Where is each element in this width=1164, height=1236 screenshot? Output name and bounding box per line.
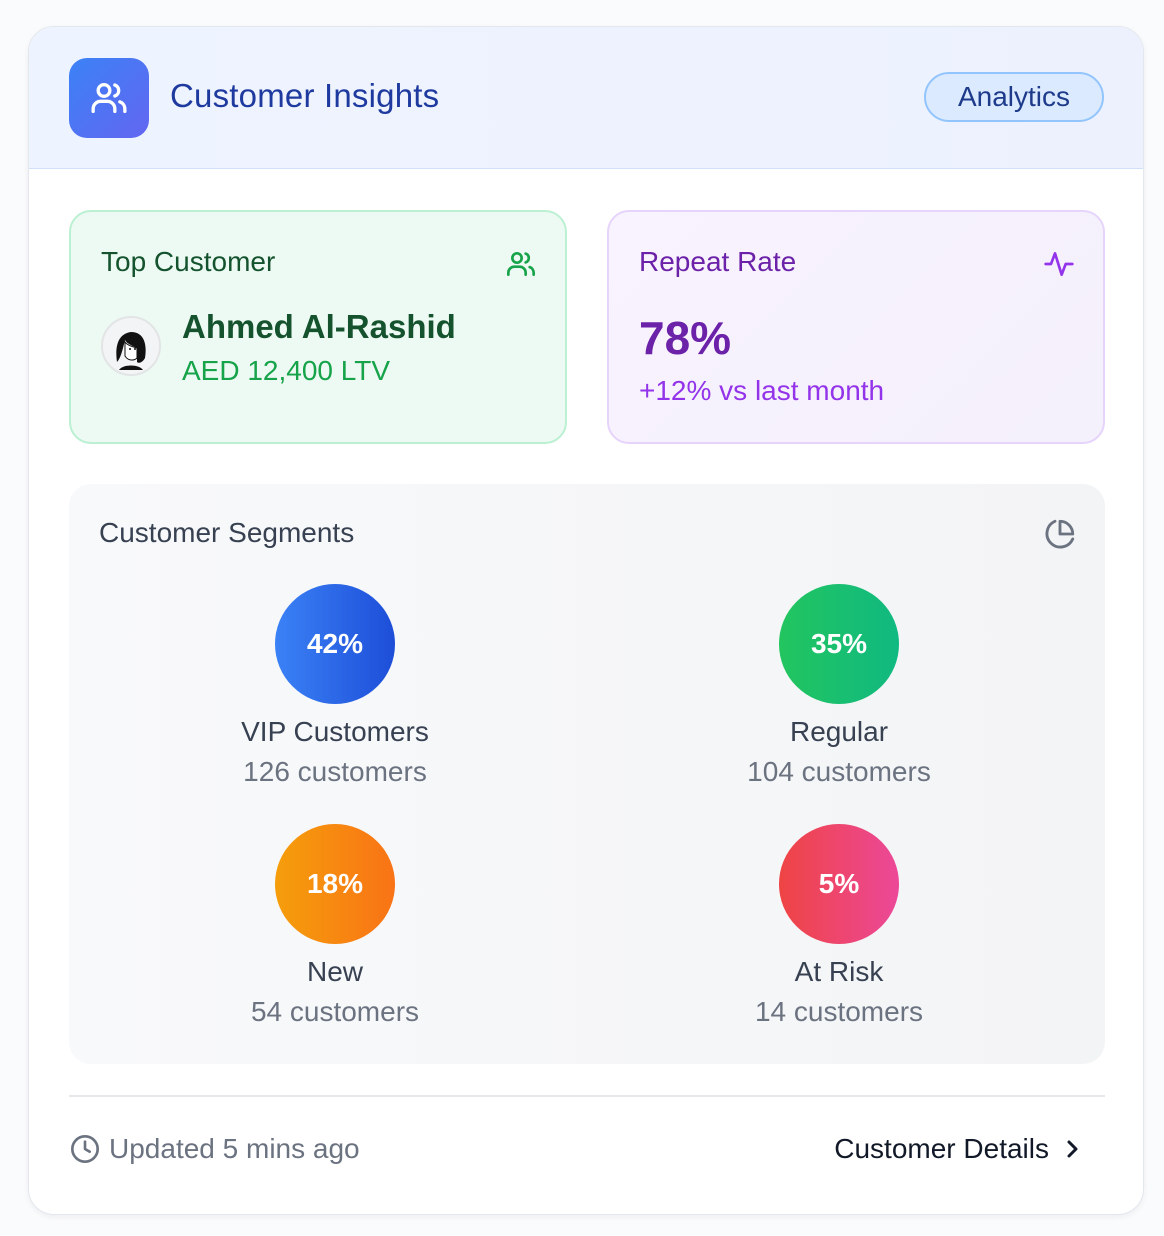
pie-chart-icon	[1045, 519, 1075, 549]
segment-count: 104 customers	[747, 756, 931, 787]
top-customer-card[interactable]: Top Customer Ahmed Al-Rashid AED 12,400 …	[69, 210, 567, 444]
repeat-rate-card[interactable]: Repeat Rate 78% +12% vs last month	[607, 210, 1105, 444]
segment-name: At Risk	[794, 956, 884, 987]
segment-percent: 5%	[779, 824, 899, 944]
segment-name: VIP Customers	[241, 716, 429, 747]
repeat-rate-change: +12% vs last month	[639, 375, 885, 406]
segment-vip[interactable]: 42% VIP Customers 126 customers	[185, 584, 485, 794]
customer-details-link[interactable]: Customer Details	[834, 1129, 1083, 1169]
updated-text: Updated 5 mins ago	[109, 1133, 360, 1164]
segment-count: 14 customers	[754, 996, 924, 1027]
chevron-right-icon	[1067, 1140, 1078, 1158]
segment-name: New	[306, 956, 363, 987]
analytics-badge[interactable]: Analytics	[924, 72, 1104, 122]
top-customer-name: Ahmed Al-Rashid	[182, 308, 456, 345]
repeat-rate-label: Repeat Rate	[639, 246, 797, 277]
segment-count: 54 customers	[250, 996, 420, 1027]
users-icon	[69, 58, 149, 138]
segment-regular[interactable]: 35% Regular 104 customers	[689, 584, 989, 794]
segment-new[interactable]: 18% New 54 customers	[185, 824, 485, 1034]
repeat-rate-value: 78%	[639, 312, 732, 364]
customer-segments-panel: Customer Segments 42% VIP Customers 126 …	[69, 484, 1105, 1064]
users-icon	[507, 252, 535, 276]
segments-title: Customer Segments	[99, 517, 355, 548]
activity-icon	[1044, 252, 1074, 276]
page-title: Customer Insights	[170, 77, 440, 114]
top-customer-ltv: AED 12,400 LTV	[182, 355, 391, 386]
segment-count: 126 customers	[243, 756, 427, 787]
segment-percent: 18%	[275, 824, 395, 944]
card-header: Customer Insights Analytics	[29, 27, 1143, 169]
clock-icon	[71, 1135, 99, 1163]
footer-divider	[69, 1095, 1105, 1097]
avatar[interactable]	[101, 316, 161, 376]
segment-percent: 35%	[779, 584, 899, 704]
top-customer-label: Top Customer	[101, 246, 276, 277]
segment-percent: 42%	[275, 584, 395, 704]
customer-details-label: Customer Details	[834, 1133, 1049, 1164]
customer-insights-card: Customer Insights Analytics Top Customer…	[28, 26, 1144, 1215]
segment-name: Regular	[789, 716, 889, 747]
segment-at-risk[interactable]: 5% At Risk 14 customers	[689, 824, 989, 1034]
updated-status: Updated 5 mins ago	[69, 1129, 360, 1169]
